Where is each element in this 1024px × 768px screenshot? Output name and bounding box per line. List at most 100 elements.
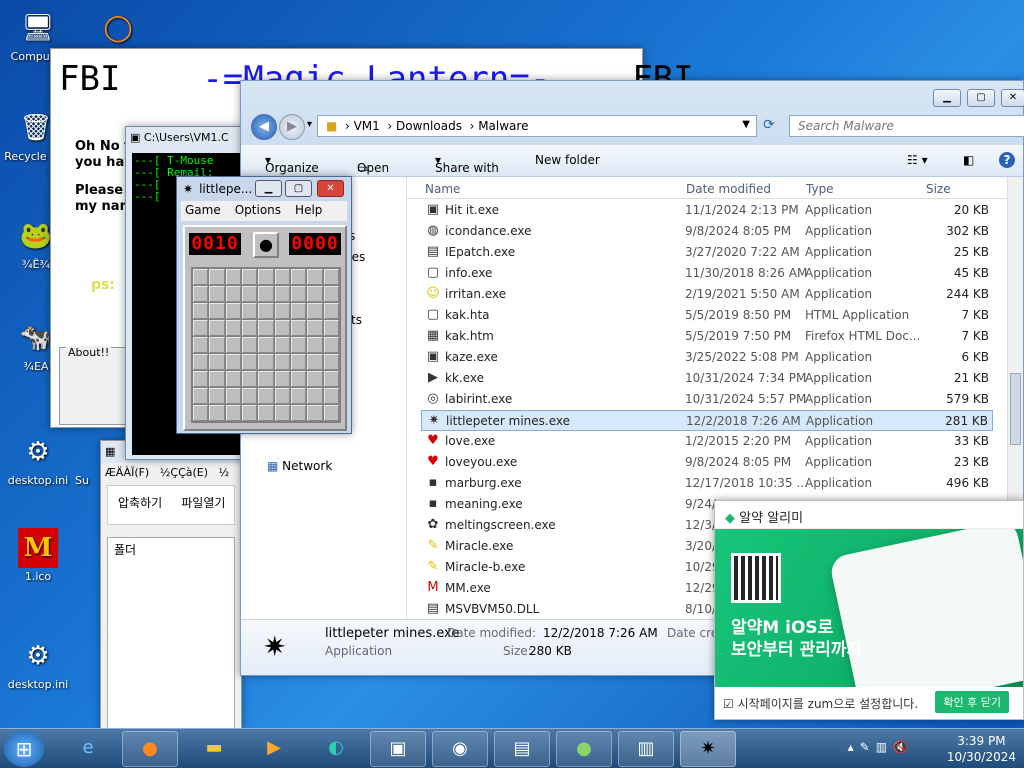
mine-cell[interactable] bbox=[274, 337, 290, 353]
search-input[interactable]: Search Malware bbox=[789, 115, 1024, 137]
mine-cell[interactable] bbox=[209, 303, 225, 319]
mine-cell[interactable] bbox=[307, 320, 323, 336]
mine-cell[interactable] bbox=[258, 320, 274, 336]
media-player-taskbar-button[interactable]: ▶ bbox=[246, 731, 302, 767]
network-tray-icon[interactable]: ▥ bbox=[876, 740, 893, 754]
mine-cell[interactable] bbox=[290, 388, 307, 404]
organize-button[interactable]: Organize ▾ bbox=[265, 153, 319, 175]
mine-cell[interactable] bbox=[258, 269, 274, 285]
mine-cell[interactable] bbox=[209, 371, 225, 387]
breadcrumb-downloads[interactable]: Downloads bbox=[396, 119, 462, 133]
column-date[interactable]: Date modified bbox=[686, 182, 771, 196]
mine-cell[interactable] bbox=[323, 371, 339, 387]
mine-minimize-button[interactable]: ▁ bbox=[255, 180, 282, 197]
mine-cell[interactable] bbox=[307, 303, 323, 319]
address-bar[interactable]: ■ › VM1 › Downloads › Malware ▼ bbox=[317, 115, 757, 137]
file-row[interactable]: ▣ Hit it.exe 11/1/2024 2:13 PM Application 2… bbox=[421, 200, 993, 221]
ie-taskbar-button[interactable]: e bbox=[60, 731, 116, 767]
compress-button[interactable]: 압축하기 bbox=[118, 496, 162, 510]
maximize-button[interactable]: ▢ bbox=[967, 89, 995, 107]
mine-cell[interactable] bbox=[307, 354, 323, 370]
mine-cell[interactable] bbox=[241, 371, 258, 387]
mine-cell[interactable] bbox=[241, 388, 258, 404]
share-with-button[interactable]: Share with ▾ bbox=[435, 153, 499, 175]
file-row[interactable]: ◎ labirint.exe 10/31/2024 5:57 PM Applicati… bbox=[421, 389, 993, 410]
desktop-icon-ring[interactable]: ◯ bbox=[86, 8, 150, 50]
back-button[interactable]: ◀ bbox=[251, 114, 277, 140]
mine-cell[interactable] bbox=[209, 354, 225, 370]
mine-cell[interactable] bbox=[225, 303, 241, 319]
mine-cell[interactable] bbox=[241, 320, 258, 336]
mine-cell[interactable] bbox=[209, 388, 225, 404]
desktop-icon-ico[interactable]: M 1.ico bbox=[6, 528, 70, 583]
zum-checkbox[interactable]: ☑ bbox=[723, 697, 734, 711]
start-button[interactable]: ⊞ bbox=[4, 731, 44, 767]
window-taskbar-button[interactable]: ▥ bbox=[618, 731, 674, 767]
file-row[interactable]: ▢ kak.hta 5/5/2019 8:50 PM HTML Application… bbox=[421, 305, 993, 326]
menu-help[interactable]: Help bbox=[295, 203, 322, 219]
mine-cell[interactable] bbox=[225, 269, 241, 285]
mine-cell[interactable] bbox=[274, 303, 290, 319]
mine-cell[interactable] bbox=[241, 303, 258, 319]
mine-cell[interactable] bbox=[209, 405, 225, 421]
menu-run[interactable]: ½ÇÇà(E) bbox=[160, 466, 208, 479]
folder-header[interactable]: 폴더 bbox=[114, 543, 136, 557]
help-icon[interactable]: ? bbox=[999, 152, 1015, 168]
desktop-icon-su[interactable]: Su bbox=[62, 474, 102, 487]
close-button[interactable]: ✕ bbox=[1001, 89, 1024, 107]
reset-face-button[interactable]: ● bbox=[253, 232, 279, 258]
popup-ad-banner[interactable]: 알약M iOS로 보안부터 관리까지 bbox=[715, 529, 1023, 689]
volume-muted-icon[interactable]: 🔇 bbox=[893, 740, 914, 754]
column-size[interactable]: Size bbox=[926, 182, 951, 196]
menu-file[interactable]: ÆÄÀÏ(F) bbox=[105, 466, 149, 479]
mine-cell[interactable] bbox=[290, 354, 307, 370]
mine-cell[interactable] bbox=[209, 337, 225, 353]
mine-cell[interactable] bbox=[323, 337, 339, 353]
mine-cell[interactable] bbox=[323, 354, 339, 370]
forward-button[interactable]: ▶ bbox=[279, 114, 305, 140]
littlepeter-taskbar-button[interactable]: ✷ bbox=[680, 731, 736, 767]
mine-cell[interactable] bbox=[258, 337, 274, 353]
mine-cell[interactable] bbox=[323, 286, 339, 302]
address-dropdown-icon[interactable]: ▼ bbox=[742, 119, 750, 130]
frog-taskbar-button[interactable]: ● bbox=[556, 731, 612, 767]
mine-cell[interactable] bbox=[225, 337, 241, 353]
mine-cell[interactable] bbox=[274, 269, 290, 285]
mine-cell[interactable] bbox=[225, 320, 241, 336]
refresh-icon[interactable]: ⟳ bbox=[763, 117, 775, 133]
menu-game[interactable]: Game bbox=[185, 203, 221, 219]
mine-cell[interactable] bbox=[307, 388, 323, 404]
mine-cell[interactable] bbox=[209, 269, 225, 285]
file-row[interactable]: ▢ info.exe 11/30/2018 8:26 AM Application 45… bbox=[421, 263, 993, 284]
file-row[interactable]: ▶ kk.exe 10/31/2024 7:34 PM Application 21 K… bbox=[421, 368, 993, 389]
file-row[interactable]: ▣ kaze.exe 3/25/2022 5:08 PM Application 6 K… bbox=[421, 347, 993, 368]
breadcrumb-malware[interactable]: Malware bbox=[478, 119, 528, 133]
mine-cell[interactable] bbox=[241, 354, 258, 370]
file-row[interactable]: ✷ littlepeter mines.exe 12/2/2018 7:26 AM A… bbox=[421, 410, 993, 431]
mine-cell[interactable] bbox=[258, 354, 274, 370]
teal-app-taskbar-button[interactable]: ◐ bbox=[308, 731, 364, 767]
show-hidden-icon[interactable]: ▴ bbox=[848, 740, 860, 754]
menu-more[interactable]: ½ bbox=[219, 466, 230, 479]
mine-cell[interactable] bbox=[307, 405, 323, 421]
view-options-icon[interactable]: ☷ ▾ bbox=[907, 153, 928, 167]
mine-cell[interactable] bbox=[290, 320, 307, 336]
mine-cell[interactable] bbox=[274, 354, 290, 370]
mine-cell[interactable] bbox=[290, 337, 307, 353]
mine-cell[interactable] bbox=[323, 405, 339, 421]
file-row[interactable]: ▤ IEpatch.exe 3/27/2020 7:22 AM Application… bbox=[421, 242, 993, 263]
file-row[interactable]: ▪ marburg.exe 12/17/2018 10:35 ... Applicat… bbox=[421, 473, 993, 494]
mine-cell[interactable] bbox=[225, 371, 241, 387]
open-file-button[interactable]: 파일열기 bbox=[181, 496, 225, 510]
mine-cell[interactable] bbox=[225, 405, 241, 421]
mine-cell[interactable] bbox=[225, 286, 241, 302]
preview-pane-icon[interactable]: ◧ bbox=[963, 153, 974, 167]
mine-cell[interactable] bbox=[274, 286, 290, 302]
mine-cell[interactable] bbox=[290, 303, 307, 319]
mine-cell[interactable] bbox=[290, 269, 307, 285]
nav-item-network[interactable]: ▦ Network bbox=[267, 459, 332, 473]
column-name[interactable]: Name bbox=[425, 182, 460, 196]
mine-cell[interactable] bbox=[258, 371, 274, 387]
mine-cell[interactable] bbox=[274, 388, 290, 404]
mine-cell[interactable] bbox=[241, 269, 258, 285]
